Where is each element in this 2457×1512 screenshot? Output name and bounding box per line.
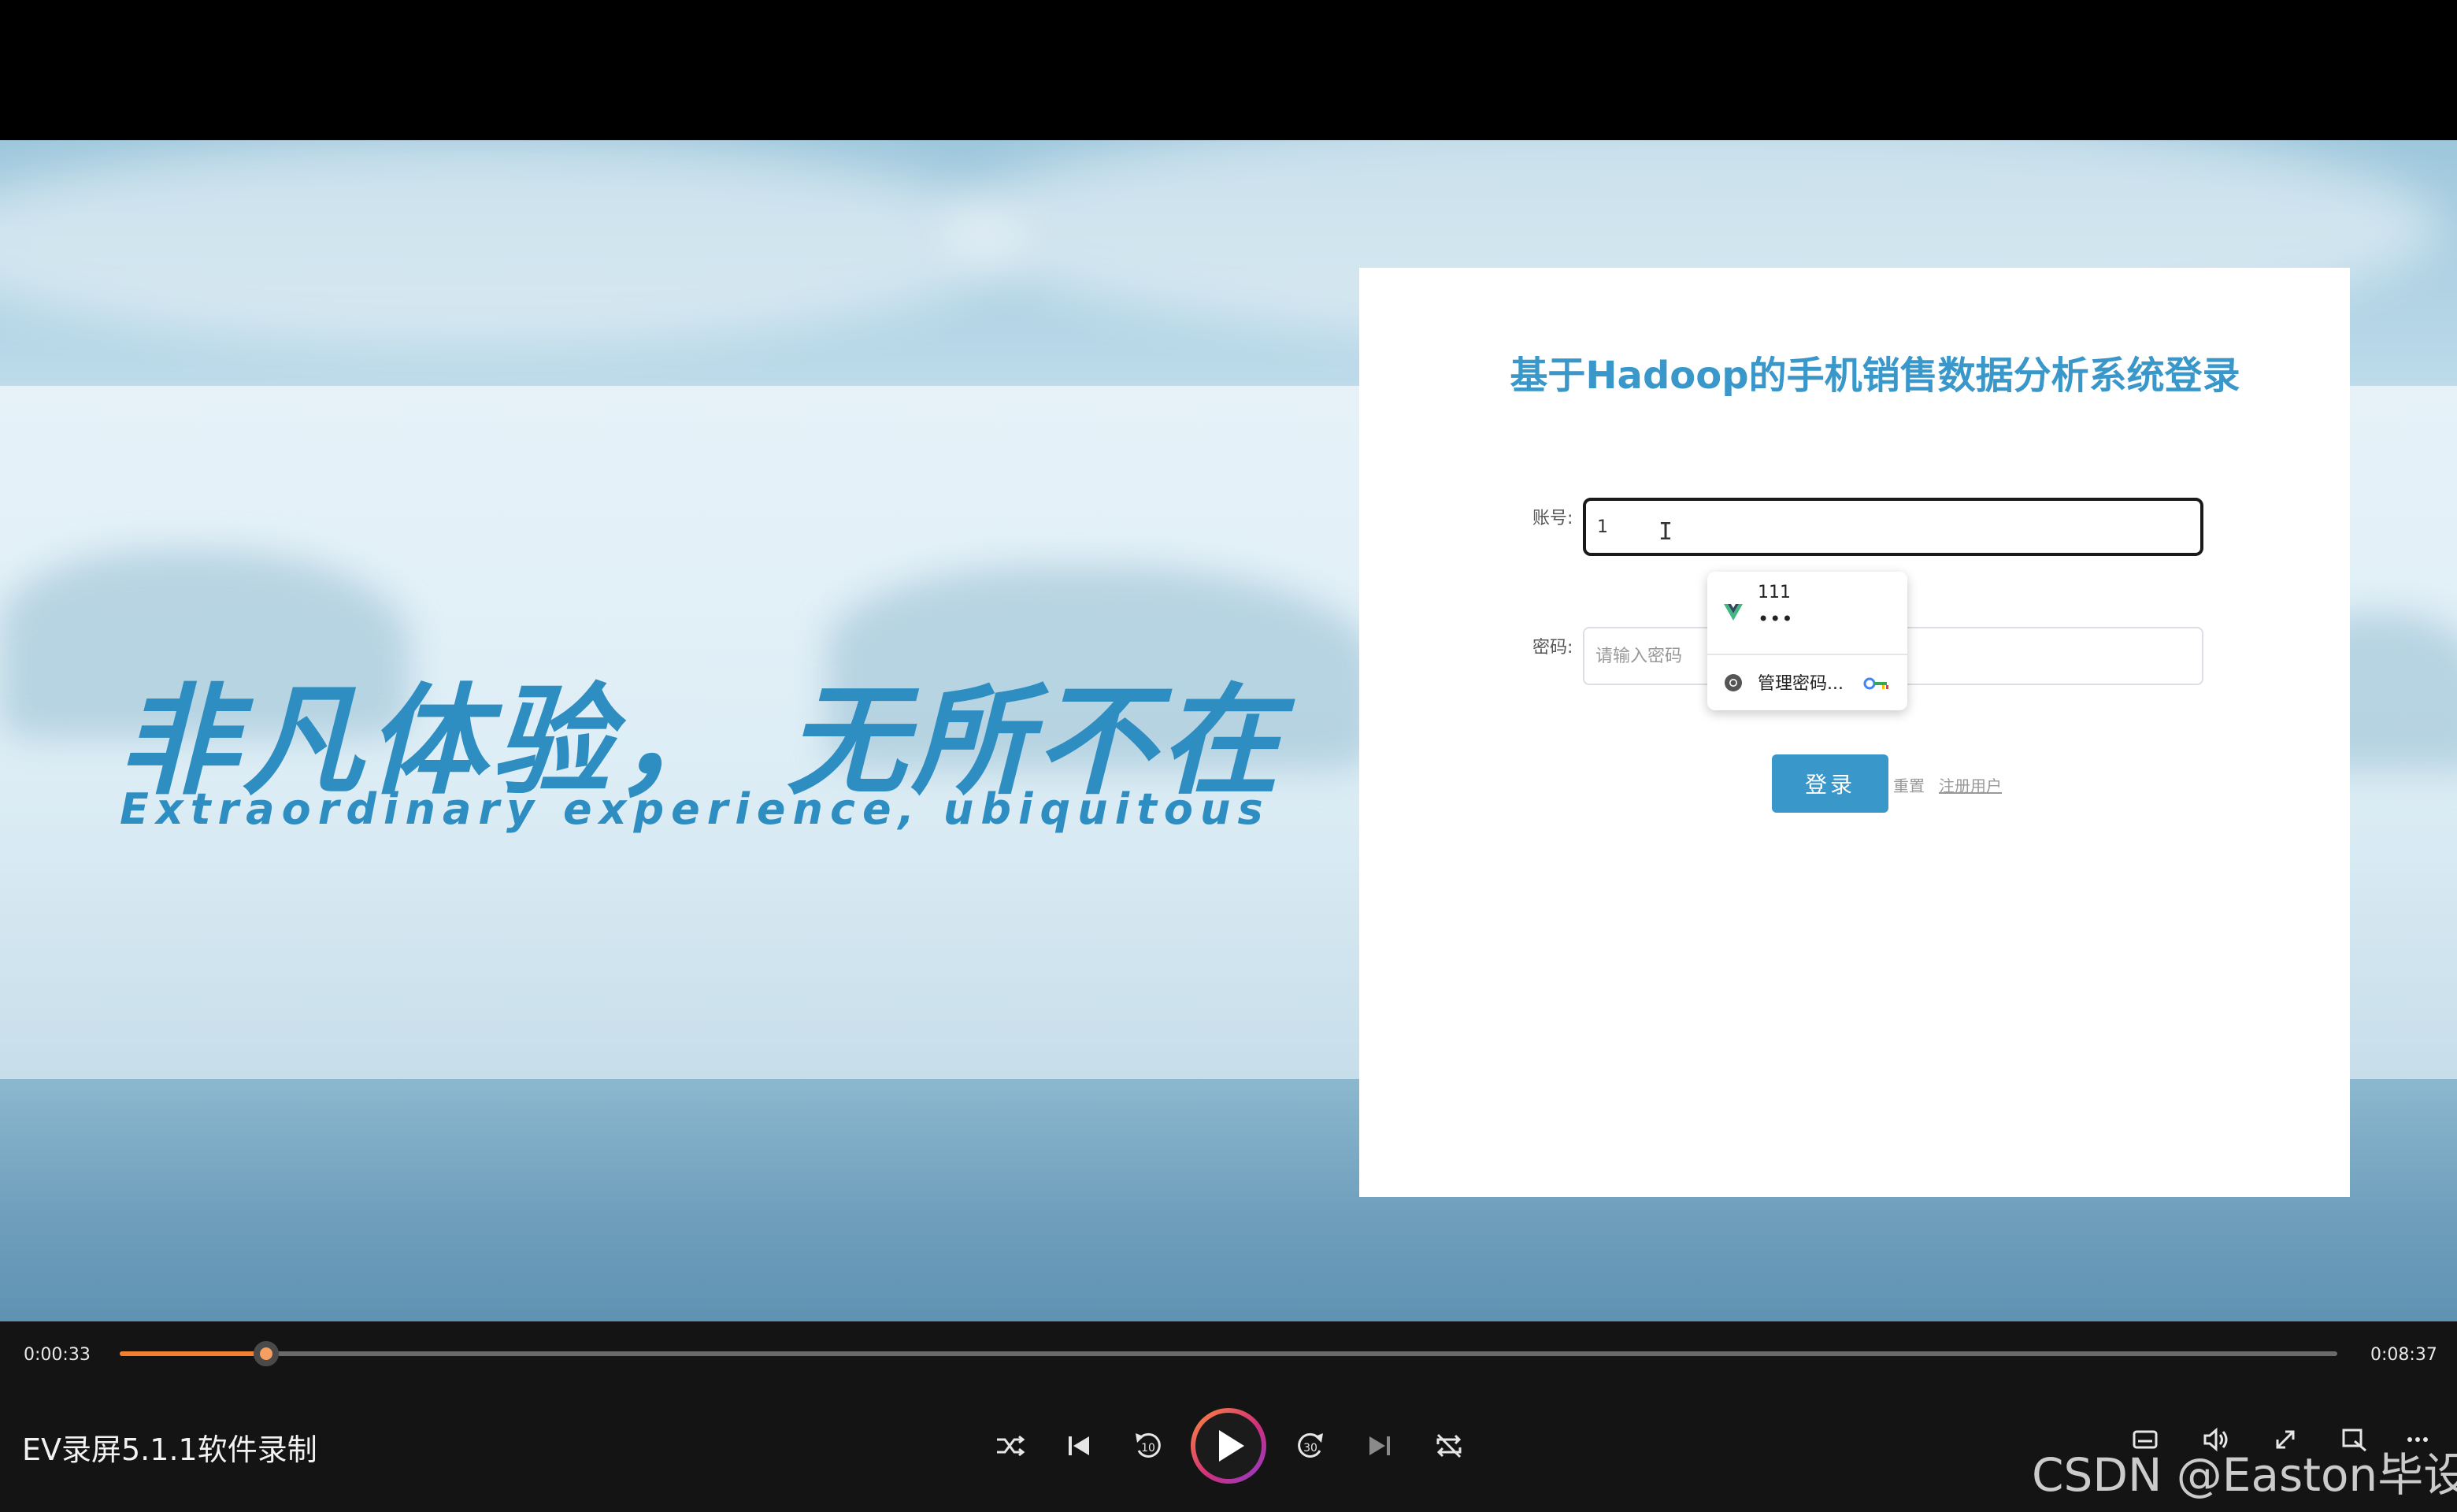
login-button[interactable]: 登录 xyxy=(1772,754,1888,813)
shuffle-button[interactable] xyxy=(986,1422,1033,1469)
rewind-10-icon: 10 xyxy=(1136,1432,1161,1458)
saved-username: 111 xyxy=(1758,583,1791,602)
seek-bar[interactable] xyxy=(120,1341,2337,1366)
slogan-english: Extraordinary experience, ubiquitous xyxy=(120,784,1270,834)
seek-bar-thumb[interactable] xyxy=(253,1341,279,1366)
account-input[interactable] xyxy=(1583,498,2203,556)
password-autocomplete-dropdown: 111 ••• 管理密码... xyxy=(1707,572,1907,710)
next-icon xyxy=(1369,1436,1390,1455)
previous-button[interactable] xyxy=(1055,1422,1102,1469)
seek-bar-progress xyxy=(120,1351,266,1356)
vue-logo-icon xyxy=(1724,604,1743,621)
manage-passwords-option[interactable]: 管理密码... xyxy=(1707,655,1907,710)
account-label: 账号: xyxy=(1532,509,1573,528)
password-label: 密码: xyxy=(1532,638,1573,658)
rewind-10-button[interactable]: 10 xyxy=(1125,1422,1172,1469)
saved-password-mask: ••• xyxy=(1758,608,1794,630)
key-icon xyxy=(1863,677,1888,690)
text-cursor-icon: I xyxy=(1658,518,1673,546)
forward-30-icon: 30 xyxy=(1298,1432,1323,1458)
forward-seconds: 30 xyxy=(1303,1442,1317,1455)
reset-link[interactable]: 重置 xyxy=(1893,773,1925,796)
media-title: EV录屏5.1.1软件录制 xyxy=(22,1432,317,1467)
register-link[interactable]: 注册用户 xyxy=(1939,773,2002,796)
play-button[interactable] xyxy=(1191,1408,1266,1484)
player-window: 非凡体验， 无所不在 Extraordinary experience, ubi… xyxy=(0,0,2457,1512)
repeat-off-icon xyxy=(1436,1433,1462,1458)
player-controls: 0:00:33 0:08:37 EV录屏5.1.1软件录制 10 30 CSDN… xyxy=(0,1321,2457,1512)
login-panel: 基于Hadoop的手机销售数据分析系统登录 账号: I 密码: 111 ••• xyxy=(1359,268,2350,1197)
login-title: 基于Hadoop的手机销售数据分析系统登录 xyxy=(1510,354,2240,398)
play-icon xyxy=(1219,1430,1244,1462)
next-button[interactable] xyxy=(1356,1422,1403,1469)
forward-30-button[interactable]: 30 xyxy=(1287,1422,1334,1469)
repeat-button[interactable] xyxy=(1425,1422,1473,1469)
rewind-seconds: 10 xyxy=(1141,1442,1155,1455)
chrome-icon xyxy=(1725,674,1742,691)
current-time: 0:00:33 xyxy=(24,1345,91,1365)
manage-passwords-label: 管理密码... xyxy=(1758,674,1844,694)
shuffle-icon xyxy=(997,1435,1025,1457)
csdn-watermark: CSDN @Easton毕设 xyxy=(2032,1448,2457,1502)
total-time: 0:08:37 xyxy=(2370,1345,2437,1365)
background-cloud xyxy=(0,140,1024,345)
previous-icon xyxy=(1069,1436,1089,1455)
saved-credential-option[interactable]: 111 ••• xyxy=(1707,572,1907,655)
